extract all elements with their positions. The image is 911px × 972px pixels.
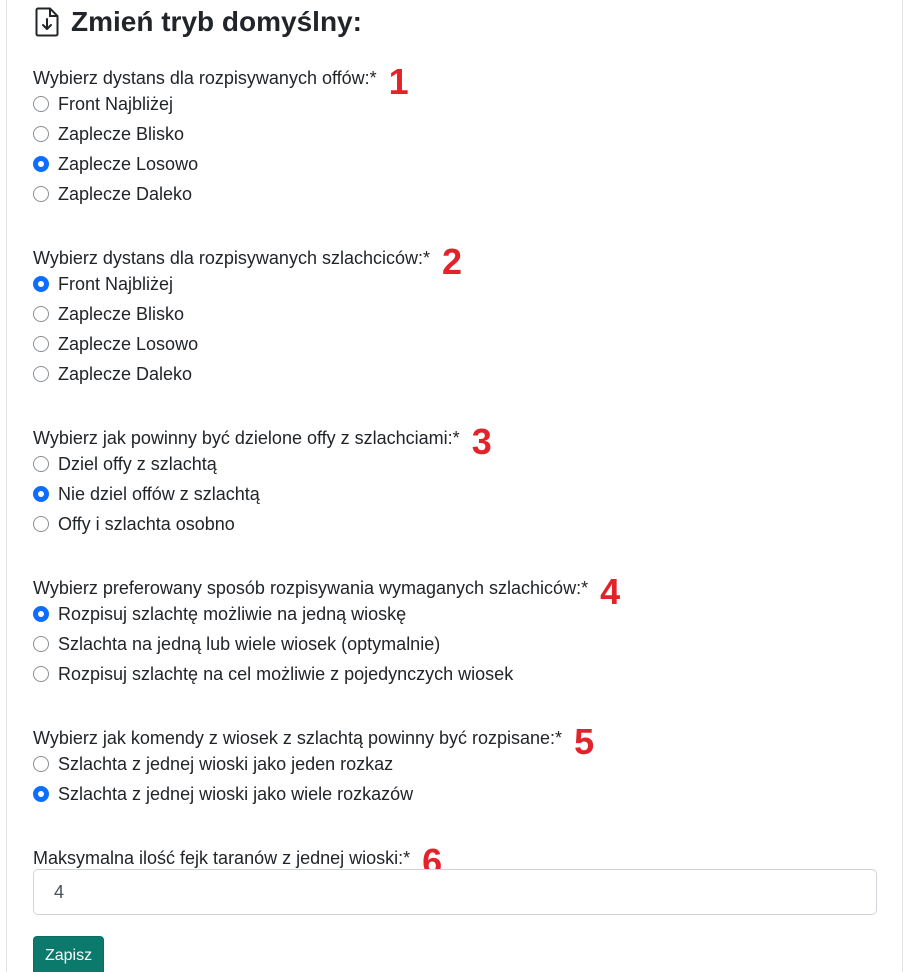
card-border-left <box>6 0 7 972</box>
question-max-fake-rams: Maksymalna ilość fejk taranów z jednej w… <box>33 834 442 880</box>
max-fake-rams-value: 4 <box>54 881 65 902</box>
radio-label: Dziel offy z szlachtą <box>58 453 217 474</box>
page: Zmień tryb domyślny: Wybierz dystans dla… <box>0 0 911 972</box>
radio-option-single-villages[interactable]: Rozpisuj szlachtę na cel możliwie z poje… <box>33 661 513 687</box>
question-nobles-distance: Wybierz dystans dla rozpisywanych szlach… <box>33 234 462 280</box>
radio-label: Nie dziel offów z szlachtą <box>58 483 260 504</box>
radio-label: Szlachta na jedną lub wiele wiosek (opty… <box>58 633 441 654</box>
radio-button[interactable] <box>33 366 49 382</box>
radio-button-selected[interactable] <box>33 786 49 802</box>
question-label: Wybierz dystans dla rozpisywanych offów:… <box>33 68 377 88</box>
radio-option-optimal[interactable]: Szlachta na jedną lub wiele wiosek (opty… <box>33 631 440 657</box>
max-fake-rams-input[interactable]: 4 <box>33 869 877 915</box>
radio-button-selected[interactable] <box>33 156 49 172</box>
question-label: Wybierz preferowany sposób rozpisywania … <box>33 578 589 598</box>
radio-button[interactable] <box>33 756 49 772</box>
save-button[interactable]: Zapisz <box>33 936 104 972</box>
radio-button[interactable] <box>33 456 49 472</box>
radio-label: Zaplecze Daleko <box>58 363 193 384</box>
question-commands: Wybierz jak komendy z wiosek z szlachtą … <box>33 714 594 760</box>
radio-button[interactable] <box>33 306 49 322</box>
radio-option-nobles-zaplecze-losowo[interactable]: Zaplecze Losowo <box>33 331 198 357</box>
radio-option-offs-zaplecze-daleko[interactable]: Zaplecze Daleko <box>33 181 192 207</box>
radio-option-split-with-nobles[interactable]: Dziel offy z szlachtą <box>33 451 217 477</box>
page-title: Zmień tryb domyślny: <box>33 4 362 40</box>
radio-label: Rozpisuj szlachtę na cel możliwie z poje… <box>58 663 514 684</box>
radio-label: Zaplecze Losowo <box>58 153 199 174</box>
radio-label: Zaplecze Blisko <box>58 123 185 144</box>
annotation-marker: 2 <box>441 241 463 282</box>
radio-label: Zaplecze Blisko <box>58 303 185 324</box>
radio-button-selected[interactable] <box>33 486 49 502</box>
radio-label: Front Najbliżej <box>58 93 174 114</box>
radio-option-nobles-zaplecze-blisko[interactable]: Zaplecze Blisko <box>33 301 184 327</box>
radio-option-offs-front-najblizej[interactable]: Front Najbliżej <box>33 91 173 117</box>
radio-button[interactable] <box>33 96 49 112</box>
radio-button[interactable] <box>33 666 49 682</box>
radio-button[interactable] <box>33 126 49 142</box>
radio-button-selected[interactable] <box>33 276 49 292</box>
radio-option-separately[interactable]: Offy i szlachta osobno <box>33 511 235 537</box>
radio-option-dont-split[interactable]: Nie dziel offów z szlachtą <box>33 481 260 507</box>
file-download-icon <box>33 6 61 38</box>
radio-button[interactable] <box>33 516 49 532</box>
radio-label: Rozpisuj szlachtę możliwie na jedną wios… <box>58 603 407 624</box>
question-split-offs: Wybierz jak powinny być dzielone offy z … <box>33 414 492 460</box>
radio-button[interactable] <box>33 336 49 352</box>
card-border-right <box>902 0 903 972</box>
radio-button-selected[interactable] <box>33 606 49 622</box>
question-offs-distance: Wybierz dystans dla rozpisywanych offów:… <box>33 54 409 100</box>
radio-option-offs-zaplecze-losowo[interactable]: Zaplecze Losowo <box>33 151 198 177</box>
radio-label: Szlachta z jednej wioski jako jeden rozk… <box>58 753 394 774</box>
radio-button[interactable] <box>33 636 49 652</box>
radio-option-nobles-zaplecze-daleko[interactable]: Zaplecze Daleko <box>33 361 192 387</box>
question-label: Wybierz jak powinny być dzielone offy z … <box>33 428 460 448</box>
radio-button[interactable] <box>33 186 49 202</box>
radio-label: Zaplecze Losowo <box>58 333 199 354</box>
radio-label: Offy i szlachta osobno <box>58 513 235 534</box>
radio-label: Zaplecze Daleko <box>58 183 193 204</box>
question-label: Wybierz jak komendy z wiosek z szlachtą … <box>33 728 563 748</box>
radio-option-nobles-front-najblizej[interactable]: Front Najbliżej <box>33 271 173 297</box>
question-label: Wybierz dystans dla rozpisywanych szlach… <box>33 248 430 268</box>
annotation-marker: 4 <box>600 571 621 612</box>
radio-option-many-orders[interactable]: Szlachta z jednej wioski jako wiele rozk… <box>33 781 413 807</box>
annotation-marker: 3 <box>471 421 492 462</box>
annotation-marker: 1 <box>388 61 409 102</box>
annotation-marker: 5 <box>574 721 595 762</box>
radio-label: Front Najbliżej <box>58 273 174 294</box>
radio-label: Szlachta z jednej wioski jako wiele rozk… <box>58 783 414 804</box>
question-nobles-method: Wybierz preferowany sposób rozpisywania … <box>33 564 620 610</box>
question-label: Maksymalna ilość fejk taranów z jednej w… <box>33 848 411 868</box>
radio-option-one-order[interactable]: Szlachta z jednej wioski jako jeden rozk… <box>33 751 393 777</box>
radio-option-one-village[interactable]: Rozpisuj szlachtę możliwie na jedną wios… <box>33 601 406 627</box>
page-title-text: Zmień tryb domyślny: <box>71 6 362 37</box>
radio-option-offs-zaplecze-blisko[interactable]: Zaplecze Blisko <box>33 121 184 147</box>
